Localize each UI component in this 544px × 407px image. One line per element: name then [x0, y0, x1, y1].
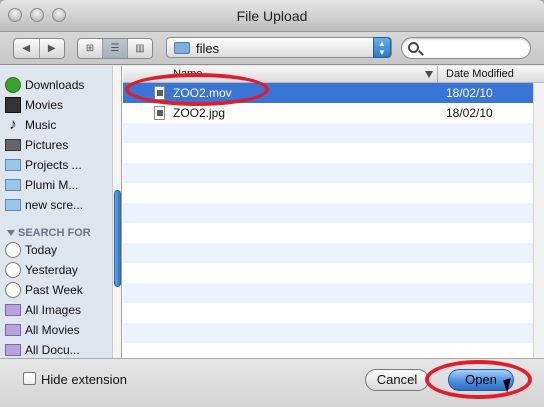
sidebar-scrollbar[interactable] — [112, 66, 121, 358]
hide-extension-checkbox[interactable] — [23, 372, 36, 385]
sidebar-item-downloads[interactable]: Downloads — [0, 75, 113, 95]
sidebar-item-label: Pictures — [25, 138, 69, 152]
title-bar: File Upload — [0, 0, 544, 32]
file-name: ZOO2.jpg — [173, 106, 226, 120]
list-view-button[interactable]: ☰ — [103, 39, 128, 58]
folder-icon — [174, 42, 190, 54]
sidebar-item-label: All Docu... — [25, 343, 80, 357]
sidebar-item-movies[interactable]: Movies — [0, 95, 113, 115]
smart-folder-icon — [5, 304, 21, 316]
sidebar-item-past-week[interactable]: Past Week — [0, 280, 113, 300]
folder-icon — [5, 159, 21, 171]
empty-list-row — [123, 223, 533, 243]
empty-list-row — [123, 203, 533, 223]
hide-extension-label: Hide extension — [41, 372, 127, 387]
sidebar-item-label: Downloads — [25, 78, 85, 92]
sidebar-item-new-screenshots[interactable]: new scre... — [0, 195, 113, 215]
sidebar-item-label: Projects ... — [25, 158, 82, 172]
empty-list-row — [123, 323, 533, 343]
sidebar-item-label: Past Week — [25, 283, 83, 297]
sidebar-item-label: Movies — [25, 98, 64, 112]
movies-icon — [5, 97, 21, 113]
sidebar-scroll-thumb[interactable] — [114, 190, 121, 287]
sidebar-item-all-images[interactable]: All Images — [0, 300, 113, 320]
forward-arrow-icon[interactable]: ▶ — [40, 39, 65, 58]
empty-list-row — [123, 243, 533, 263]
selected-file-annotation — [125, 73, 269, 106]
search-icon — [408, 42, 419, 53]
sidebar-item-label: Yesterday — [25, 263, 78, 277]
clock-icon — [5, 282, 21, 298]
empty-list-row — [123, 343, 533, 358]
empty-list-row — [123, 263, 533, 283]
sidebar-item-all-documents[interactable]: All Docu... — [0, 340, 113, 358]
disclosure-triangle-icon[interactable] — [7, 230, 15, 236]
cancel-button[interactable]: Cancel — [365, 369, 429, 391]
sidebar-item-plumi[interactable]: Plumi M... — [0, 175, 113, 195]
sidebar-item-label: new scre... — [25, 198, 84, 212]
column-divider[interactable] — [437, 66, 438, 83]
clock-icon — [5, 242, 21, 258]
sidebar-item-pictures[interactable]: Pictures — [0, 135, 113, 155]
search-for-heading: SEARCH FOR — [7, 227, 91, 239]
search-for-label: SEARCH FOR — [18, 227, 91, 239]
file-list: Name Date Modified ZOO2.mov 18/02/10 ZOO… — [123, 66, 544, 358]
location-popup[interactable]: files ▲ ▼ — [166, 37, 392, 58]
open-button-annotation — [425, 360, 532, 399]
sidebar-item-today[interactable]: Today — [0, 240, 113, 260]
music-icon: ♪ — [9, 116, 17, 133]
view-mode-segment: ⊞ ☰ ▥ — [77, 38, 153, 59]
empty-list-row — [123, 183, 533, 203]
empty-list-row — [123, 283, 533, 303]
empty-list-row — [123, 143, 533, 163]
window-title: File Upload — [236, 8, 308, 24]
sidebar-item-yesterday[interactable]: Yesterday — [0, 260, 113, 280]
image-file-icon — [154, 106, 165, 120]
sidebar-item-all-movies[interactable]: All Movies — [0, 320, 113, 340]
downloads-icon — [5, 77, 21, 93]
navigation-segment: ◀ ▶ — [13, 38, 65, 59]
sidebar-item-projects[interactable]: Projects ... — [0, 155, 113, 175]
sidebar-item-label: All Images — [25, 303, 82, 317]
smart-folder-icon — [5, 344, 21, 356]
folder-icon — [5, 199, 21, 211]
empty-list-row — [123, 163, 533, 183]
date-modified-column-header[interactable]: Date Modified — [446, 68, 514, 80]
empty-list-row — [123, 123, 533, 143]
sort-descending-icon[interactable] — [425, 71, 433, 78]
file-date: 18/02/10 — [446, 106, 493, 120]
folder-icon — [5, 179, 21, 191]
smart-folder-icon — [5, 324, 21, 336]
file-list-scrollbar[interactable] — [533, 83, 544, 358]
search-field[interactable] — [401, 37, 531, 59]
sidebar: Downloads Movies ♪ Music Pictures Project… — [0, 66, 122, 358]
file-upload-dialog: File Upload ◀ ▶ ⊞ ☰ ▥ files ▲ ▼ Downloads… — [0, 0, 544, 407]
sidebar-item-label: Plumi M... — [25, 178, 79, 192]
sidebar-item-label: Today — [25, 243, 58, 257]
location-label: files — [196, 41, 220, 56]
popup-arrows-icon: ▲ ▼ — [373, 37, 391, 58]
sidebar-item-music[interactable]: ♪ Music — [0, 115, 113, 135]
file-browser: Downloads Movies ♪ Music Pictures Project… — [0, 66, 544, 358]
icon-view-button[interactable]: ⊞ — [78, 39, 103, 58]
file-row-zoo2-jpg[interactable]: ZOO2.jpg 18/02/10 — [123, 103, 533, 123]
pictures-icon — [5, 139, 21, 151]
sidebar-item-label: All Movies — [25, 323, 80, 337]
column-view-button[interactable]: ▥ — [128, 39, 152, 58]
file-date: 18/02/10 — [446, 86, 493, 100]
empty-list-row — [123, 303, 533, 323]
back-arrow-icon[interactable]: ◀ — [14, 39, 40, 58]
clock-icon — [5, 262, 21, 278]
sidebar-item-label: Music — [25, 118, 57, 132]
